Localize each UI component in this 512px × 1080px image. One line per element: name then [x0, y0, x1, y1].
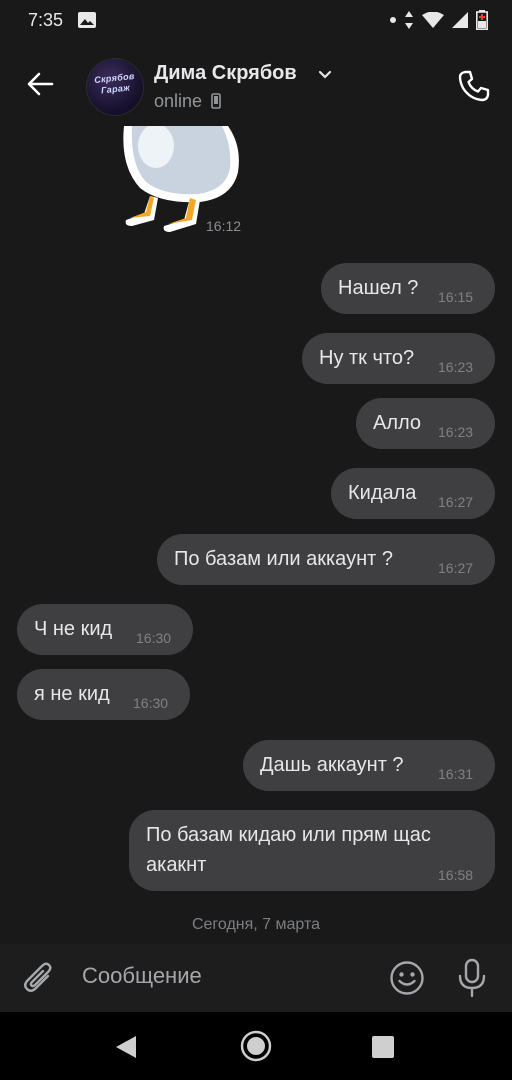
message-text-line-2: акакнт	[146, 854, 207, 876]
date-separator: Сегодня, 7 марта	[191, 916, 321, 933]
message-time: 16:31	[438, 766, 474, 782]
message-bubble-outgoing[interactable]: По базам кидаю или прям щас акакнт 16:58	[129, 810, 495, 891]
message-time: 16:58	[438, 867, 474, 883]
message-text: Ну тк что?	[319, 347, 415, 369]
message-text: Алло	[373, 412, 422, 434]
nav-home-icon[interactable]	[240, 1030, 272, 1062]
system-nav-bar	[0, 1012, 512, 1080]
chevron-down-icon[interactable]	[318, 70, 332, 80]
message-bubble-outgoing[interactable]: Нашел ? 16:15	[321, 263, 495, 314]
message-time: 16:30	[136, 630, 172, 646]
nav-recents-icon[interactable]	[372, 1036, 394, 1058]
message-time: 16:27	[438, 494, 474, 510]
message-bubble-outgoing[interactable]: Дашь аккаунт ? 16:31	[243, 740, 495, 791]
message-time: 16:15	[438, 289, 474, 305]
message-composer	[0, 944, 512, 1012]
wifi-icon	[422, 12, 444, 28]
gallery-notification-icon	[78, 12, 96, 28]
avatar-logo-text: Скрябов Гараж	[93, 70, 136, 96]
back-arrow-icon[interactable]	[24, 68, 56, 100]
dot-icon	[390, 17, 396, 23]
chat-header: Скрябов Гараж Дима Скрябов online	[0, 44, 512, 126]
nav-back-icon[interactable]	[114, 1034, 138, 1060]
microphone-icon[interactable]	[456, 958, 488, 998]
status-time: 7:35	[28, 10, 64, 30]
paperclip-icon[interactable]	[22, 960, 56, 996]
signal-icon	[452, 12, 468, 28]
battery-icon	[476, 10, 488, 30]
message-text: Нашел ?	[338, 277, 419, 299]
message-time: 16:23	[438, 359, 474, 375]
message-text: По базам или аккаунт ?	[174, 548, 393, 570]
data-arrows-icon	[405, 11, 413, 29]
message-bubble-incoming[interactable]: Ч не кид 16:30	[17, 604, 193, 655]
message-text: я не кид	[34, 683, 110, 705]
message-input[interactable]	[82, 963, 362, 989]
status-bar: 7:35	[0, 0, 512, 44]
mobile-device-icon	[211, 93, 221, 109]
status-text: online	[154, 91, 203, 111]
message-bubble-incoming[interactable]: я не кид 16:30	[17, 669, 190, 720]
avatar[interactable]: Скрябов Гараж	[86, 58, 144, 116]
message-text: Ч не кид	[34, 618, 113, 640]
message-time: 16:12	[206, 218, 242, 234]
contact-status: online	[154, 91, 221, 112]
message-list[interactable]: 16:12 Нашел ? 16:15 Ну тк что? 16:23 Алл…	[0, 126, 512, 946]
message-bubble-outgoing[interactable]: Кидала 16:27	[331, 468, 495, 519]
message-time: 16:23	[438, 424, 474, 440]
contact-name[interactable]: Дима Скрябов	[154, 62, 297, 85]
message-bubble-outgoing[interactable]: Алло 16:23	[356, 398, 495, 449]
phone-call-icon[interactable]	[456, 68, 492, 104]
message-time: 16:30	[133, 695, 169, 711]
message-text: Кидала	[348, 482, 417, 504]
message-time: 16:27	[438, 560, 474, 576]
message-bubble-outgoing[interactable]: Ну тк что? 16:23	[302, 333, 495, 384]
emoji-icon[interactable]	[389, 960, 425, 996]
message-text-line-1: По базам кидаю или прям щас	[146, 824, 431, 846]
message-text: Дашь аккаунт ?	[260, 754, 404, 776]
message-bubble-outgoing[interactable]: По базам или аккаунт ? 16:27	[157, 534, 495, 585]
